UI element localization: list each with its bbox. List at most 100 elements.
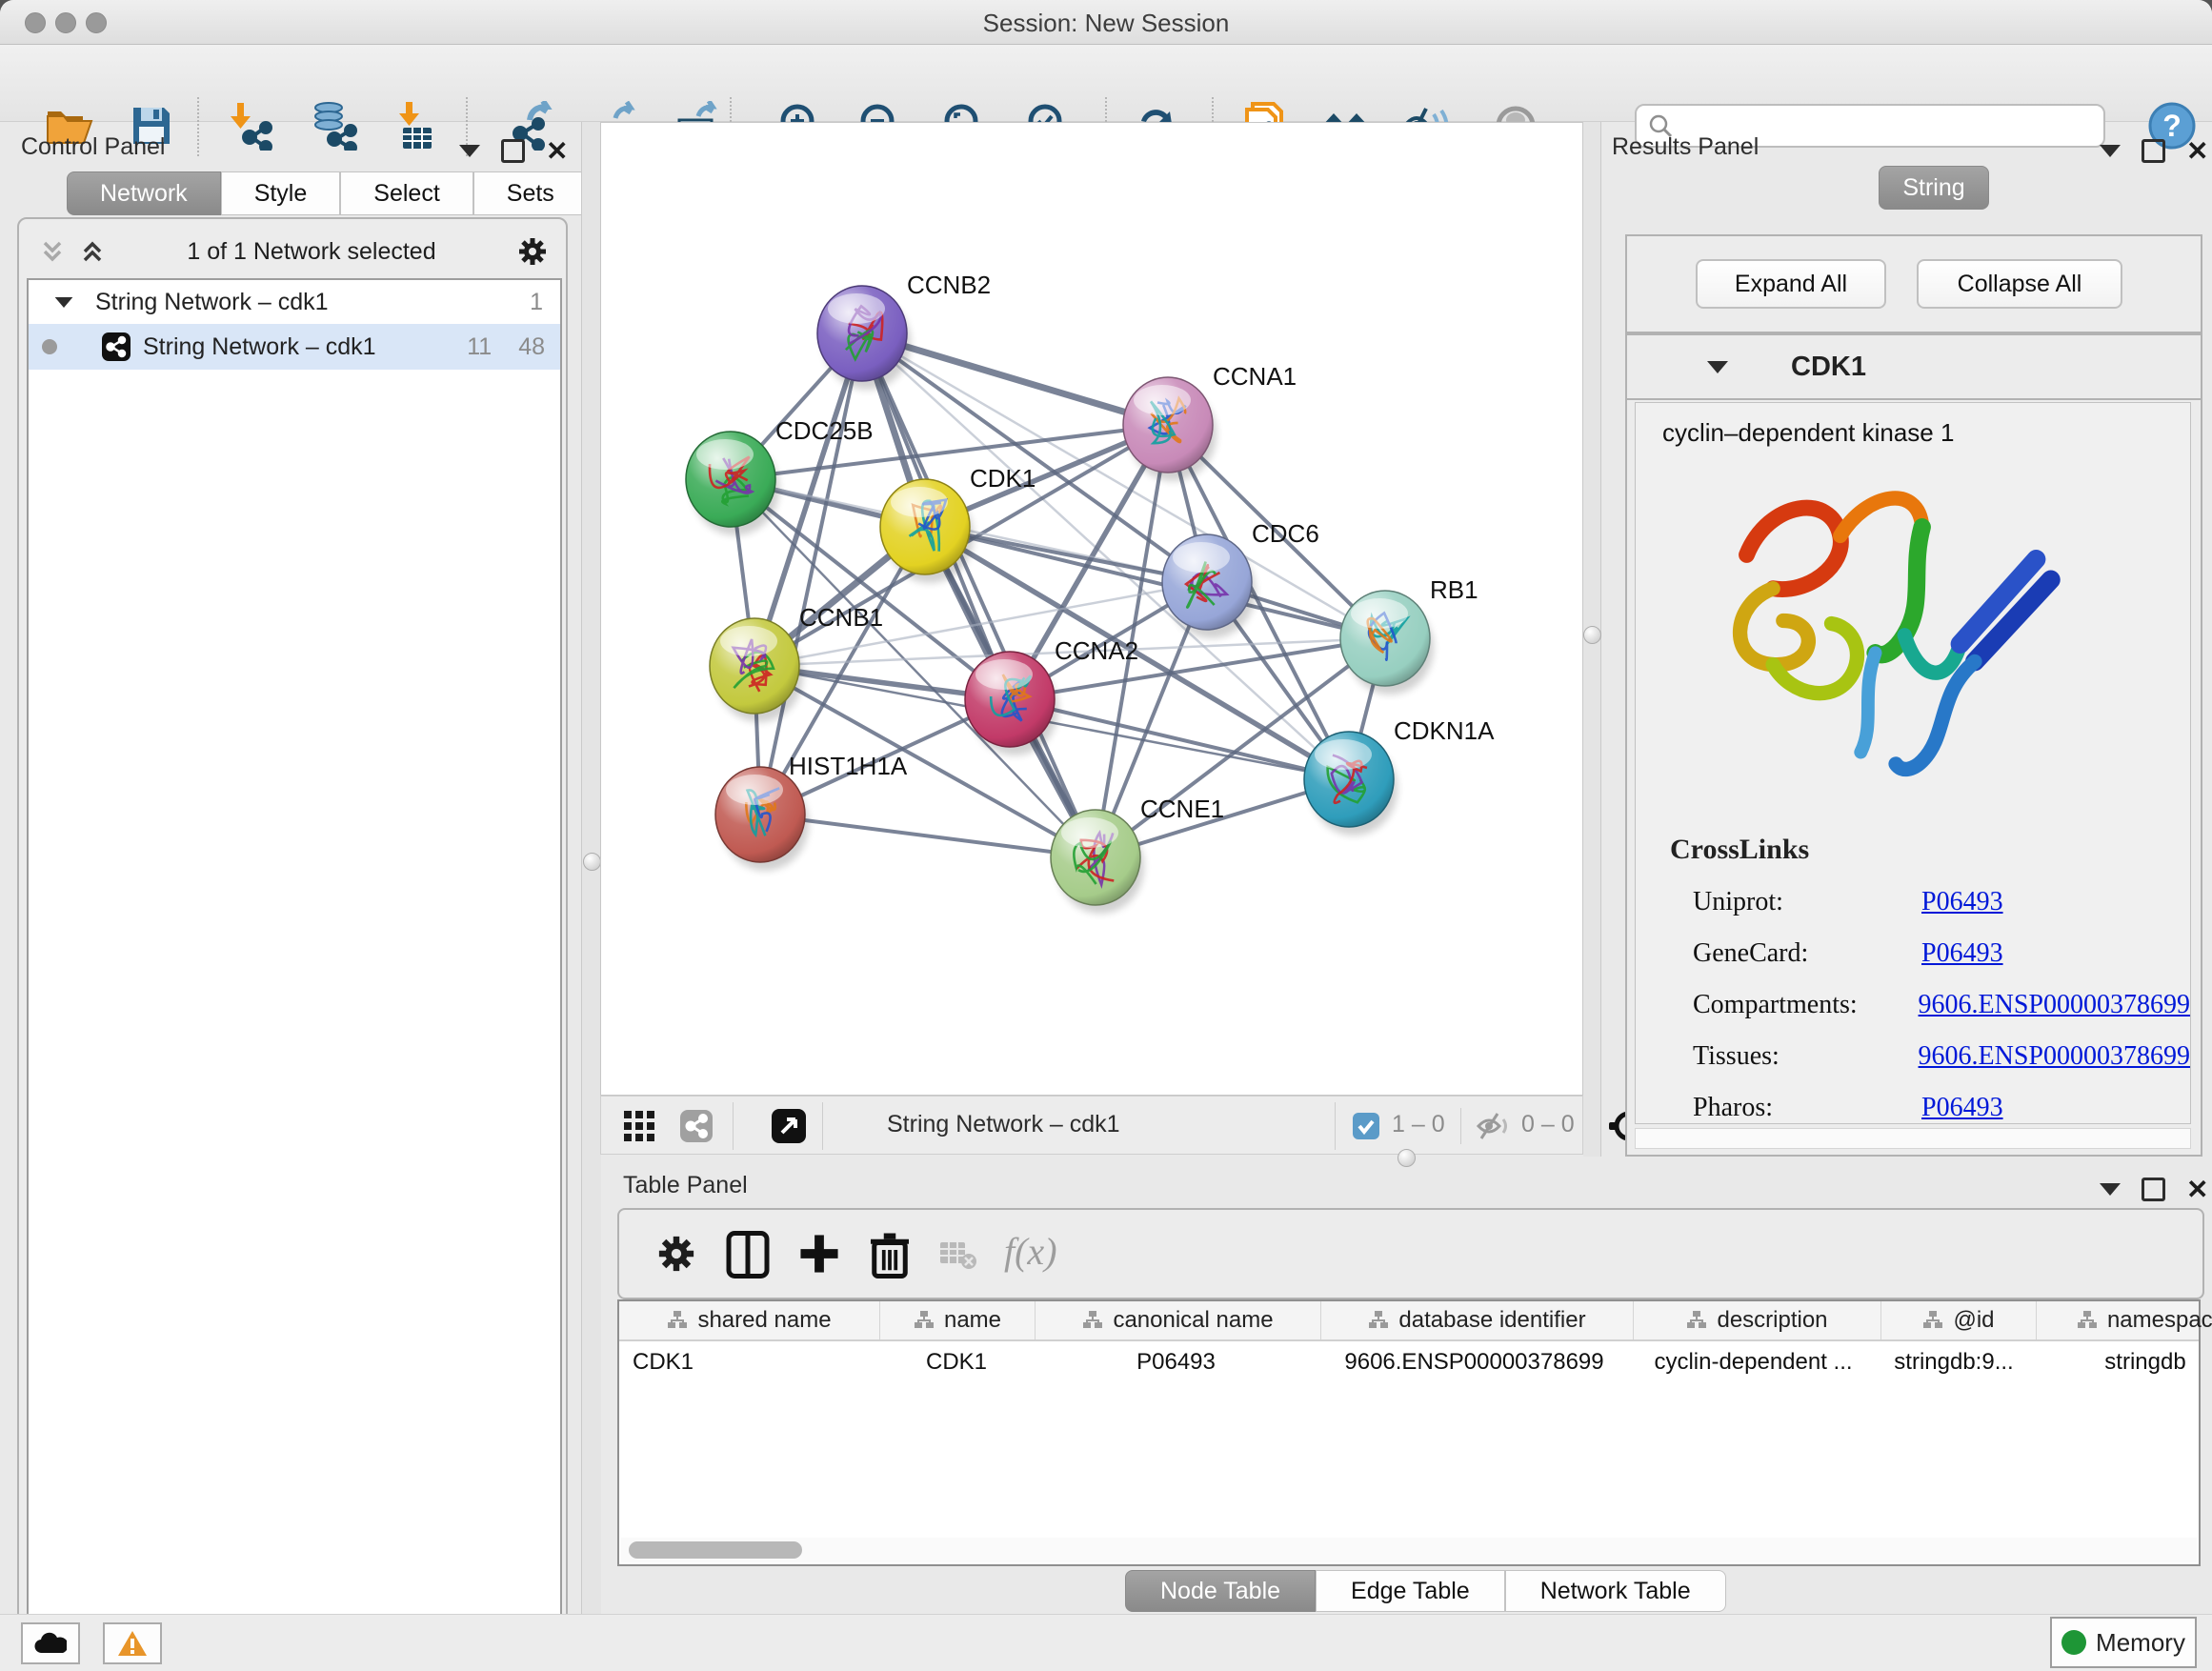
column-header-@id[interactable]: @id bbox=[1881, 1301, 2037, 1339]
tab-network[interactable]: Network bbox=[67, 171, 221, 215]
node-label-CDC6: CDC6 bbox=[1252, 519, 1319, 548]
birds-eye-view-icon[interactable] bbox=[771, 1108, 807, 1144]
column-header-shared-name[interactable]: shared name bbox=[619, 1301, 880, 1339]
close-panel-icon[interactable]: ✕ bbox=[546, 135, 568, 167]
tab-select[interactable]: Select bbox=[340, 171, 473, 215]
panel-menu-icon[interactable] bbox=[2100, 145, 2121, 157]
crosslink-label: Compartments: bbox=[1693, 990, 1919, 1020]
network-options-gear-icon[interactable] bbox=[516, 235, 549, 268]
float-panel-icon[interactable] bbox=[2142, 139, 2165, 163]
memory-button[interactable]: Memory bbox=[2050, 1617, 2197, 1668]
network-canvas[interactable]: CCNB2CCNA1CDC25BCDK1CDC6RB1CCNB1CCNA2CDK… bbox=[600, 122, 1583, 1096]
table-gear-icon[interactable] bbox=[655, 1233, 697, 1275]
column-header-name[interactable]: name bbox=[880, 1301, 1036, 1339]
panel-menu-icon[interactable] bbox=[2100, 1183, 2121, 1196]
column-type-icon bbox=[2077, 1310, 2098, 1331]
cloud-icon bbox=[34, 1632, 67, 1655]
crosslink-value-link[interactable]: P06493 bbox=[1921, 887, 2003, 917]
close-panel-icon[interactable]: ✕ bbox=[2186, 1174, 2208, 1205]
node-table: shared namenamecanonical namedatabase id… bbox=[617, 1299, 2201, 1566]
collection-expand-icon[interactable] bbox=[55, 296, 73, 307]
crosslink-label: Pharos: bbox=[1693, 1093, 1921, 1123]
network-share-icon bbox=[101, 332, 131, 362]
table-cell: cyclin-dependent ... bbox=[1630, 1349, 1877, 1376]
column-type-icon bbox=[914, 1310, 935, 1331]
node-label-HIST1H1A: HIST1H1A bbox=[789, 752, 908, 780]
tab-edge-table[interactable]: Edge Table bbox=[1316, 1570, 1505, 1612]
crosslink-label: Uniprot: bbox=[1693, 887, 1921, 917]
column-type-icon bbox=[667, 1310, 688, 1331]
crosslink-row: Uniprot:P06493 bbox=[1693, 887, 2190, 917]
column-header-description[interactable]: description bbox=[1634, 1301, 1881, 1339]
table-hscrollbar-thumb[interactable] bbox=[629, 1541, 802, 1559]
network-row[interactable]: String Network – cdk1 11 48 bbox=[29, 324, 560, 370]
hidden-eye-icon[interactable] bbox=[1476, 1112, 1510, 1140]
results-hscrollbar[interactable] bbox=[1635, 1128, 2191, 1149]
tab-string[interactable]: String bbox=[1879, 166, 1989, 210]
selected-checkbox-icon[interactable] bbox=[1352, 1112, 1380, 1140]
divider-grip[interactable] bbox=[583, 853, 601, 871]
column-type-icon bbox=[1922, 1310, 1943, 1331]
column-header-namespace[interactable]: namespace bbox=[2037, 1301, 2212, 1339]
expand-all-chevron-icon[interactable] bbox=[78, 237, 107, 266]
network-node-count: 11 bbox=[467, 333, 492, 361]
table-cell: CDK1 bbox=[879, 1349, 1034, 1376]
collapse-all-button[interactable]: Collapse All bbox=[1917, 259, 2122, 309]
separator bbox=[1460, 1108, 1461, 1144]
delete-column-trash-icon[interactable] bbox=[869, 1231, 911, 1278]
table-panel-title: Table Panel bbox=[623, 1172, 748, 1199]
node-section-header[interactable]: CDK1 bbox=[1627, 335, 2201, 400]
crosslink-value-link[interactable]: P06493 bbox=[1921, 1093, 2003, 1123]
status-bar: Memory bbox=[0, 1614, 2212, 1671]
float-panel-icon[interactable] bbox=[501, 139, 525, 163]
crosslink-row: Pharos:P06493 bbox=[1693, 1093, 2190, 1123]
network-name: String Network – cdk1 bbox=[143, 333, 376, 361]
column-header-canonical-name[interactable]: canonical name bbox=[1036, 1301, 1321, 1339]
results-panel: Results Panel ✕ String Expand All Collap… bbox=[1600, 122, 2212, 1157]
table-cell: 9606.ENSP00000378699 bbox=[1318, 1349, 1630, 1376]
crosslink-value-link[interactable]: 9606.ENSP00000378699 bbox=[1919, 1041, 2190, 1072]
create-column-plus-icon[interactable] bbox=[798, 1233, 840, 1275]
crosslink-value-link[interactable]: P06493 bbox=[1921, 938, 2003, 969]
memory-status-dot bbox=[2061, 1630, 2086, 1655]
table-row[interactable]: CDK1CDK1P064939606.ENSP00000378699cyclin… bbox=[619, 1341, 2199, 1383]
collapse-all-chevron-icon[interactable] bbox=[38, 237, 67, 266]
tab-style[interactable]: Style bbox=[221, 171, 341, 215]
expand-all-button[interactable]: Expand All bbox=[1696, 259, 1886, 309]
close-panel-icon[interactable]: ✕ bbox=[2186, 135, 2208, 167]
toolbar-separator bbox=[1335, 1102, 1336, 1150]
network-svg: CCNB2CCNA1CDC25BCDK1CDC6RB1CCNB1CCNA2CDK… bbox=[601, 123, 1582, 1095]
crosslink-value-link[interactable]: 9606.ENSP00000378699 bbox=[1919, 990, 2190, 1020]
node-label-CCNE1: CCNE1 bbox=[1140, 795, 1224, 823]
panel-menu-icon[interactable] bbox=[459, 145, 480, 157]
tab-network-table[interactable]: Network Table bbox=[1505, 1570, 1726, 1612]
tab-sets[interactable]: Sets bbox=[473, 171, 588, 215]
control-panel-header-icons: ✕ bbox=[459, 135, 568, 167]
section-collapse-icon[interactable] bbox=[1707, 361, 1728, 373]
delete-table-icon[interactable] bbox=[939, 1240, 977, 1271]
network-view-share-icon[interactable] bbox=[679, 1109, 714, 1143]
function-builder-icon[interactable]: f(x) bbox=[1004, 1229, 1057, 1274]
table-hscrollbar[interactable] bbox=[621, 1538, 2197, 1562]
app-window: Session: New Session bbox=[0, 0, 2212, 1671]
grid-view-icon[interactable] bbox=[622, 1109, 656, 1143]
collection-count: 1 bbox=[530, 289, 543, 316]
node-details: cyclin–dependent kinase 1 bbox=[1635, 402, 2191, 1124]
cloud-status-button[interactable] bbox=[21, 1622, 80, 1664]
toolbar-separator bbox=[822, 1102, 823, 1150]
column-type-icon bbox=[1368, 1310, 1389, 1331]
show-columns-icon[interactable] bbox=[726, 1231, 770, 1278]
control-panel-tabs: NetworkStyleSelectSets bbox=[67, 171, 588, 215]
crosslink-label: Tissues: bbox=[1693, 1041, 1919, 1072]
main-toolbar: ? bbox=[0, 45, 2212, 122]
results-panel-divider[interactable] bbox=[1583, 122, 1601, 1157]
node-section-title: CDK1 bbox=[1791, 352, 1866, 383]
divider-grip[interactable] bbox=[1583, 626, 1601, 644]
column-header-database-identifier[interactable]: database identifier bbox=[1321, 1301, 1634, 1339]
network-collection-row[interactable]: String Network – cdk1 1 bbox=[29, 280, 560, 324]
float-panel-icon[interactable] bbox=[2142, 1178, 2165, 1201]
warnings-button[interactable] bbox=[103, 1622, 162, 1664]
tab-node-table[interactable]: Node Table bbox=[1125, 1570, 1316, 1612]
control-panel-divider[interactable] bbox=[581, 122, 601, 1614]
node-label-CDC25B: CDC25B bbox=[775, 416, 874, 445]
